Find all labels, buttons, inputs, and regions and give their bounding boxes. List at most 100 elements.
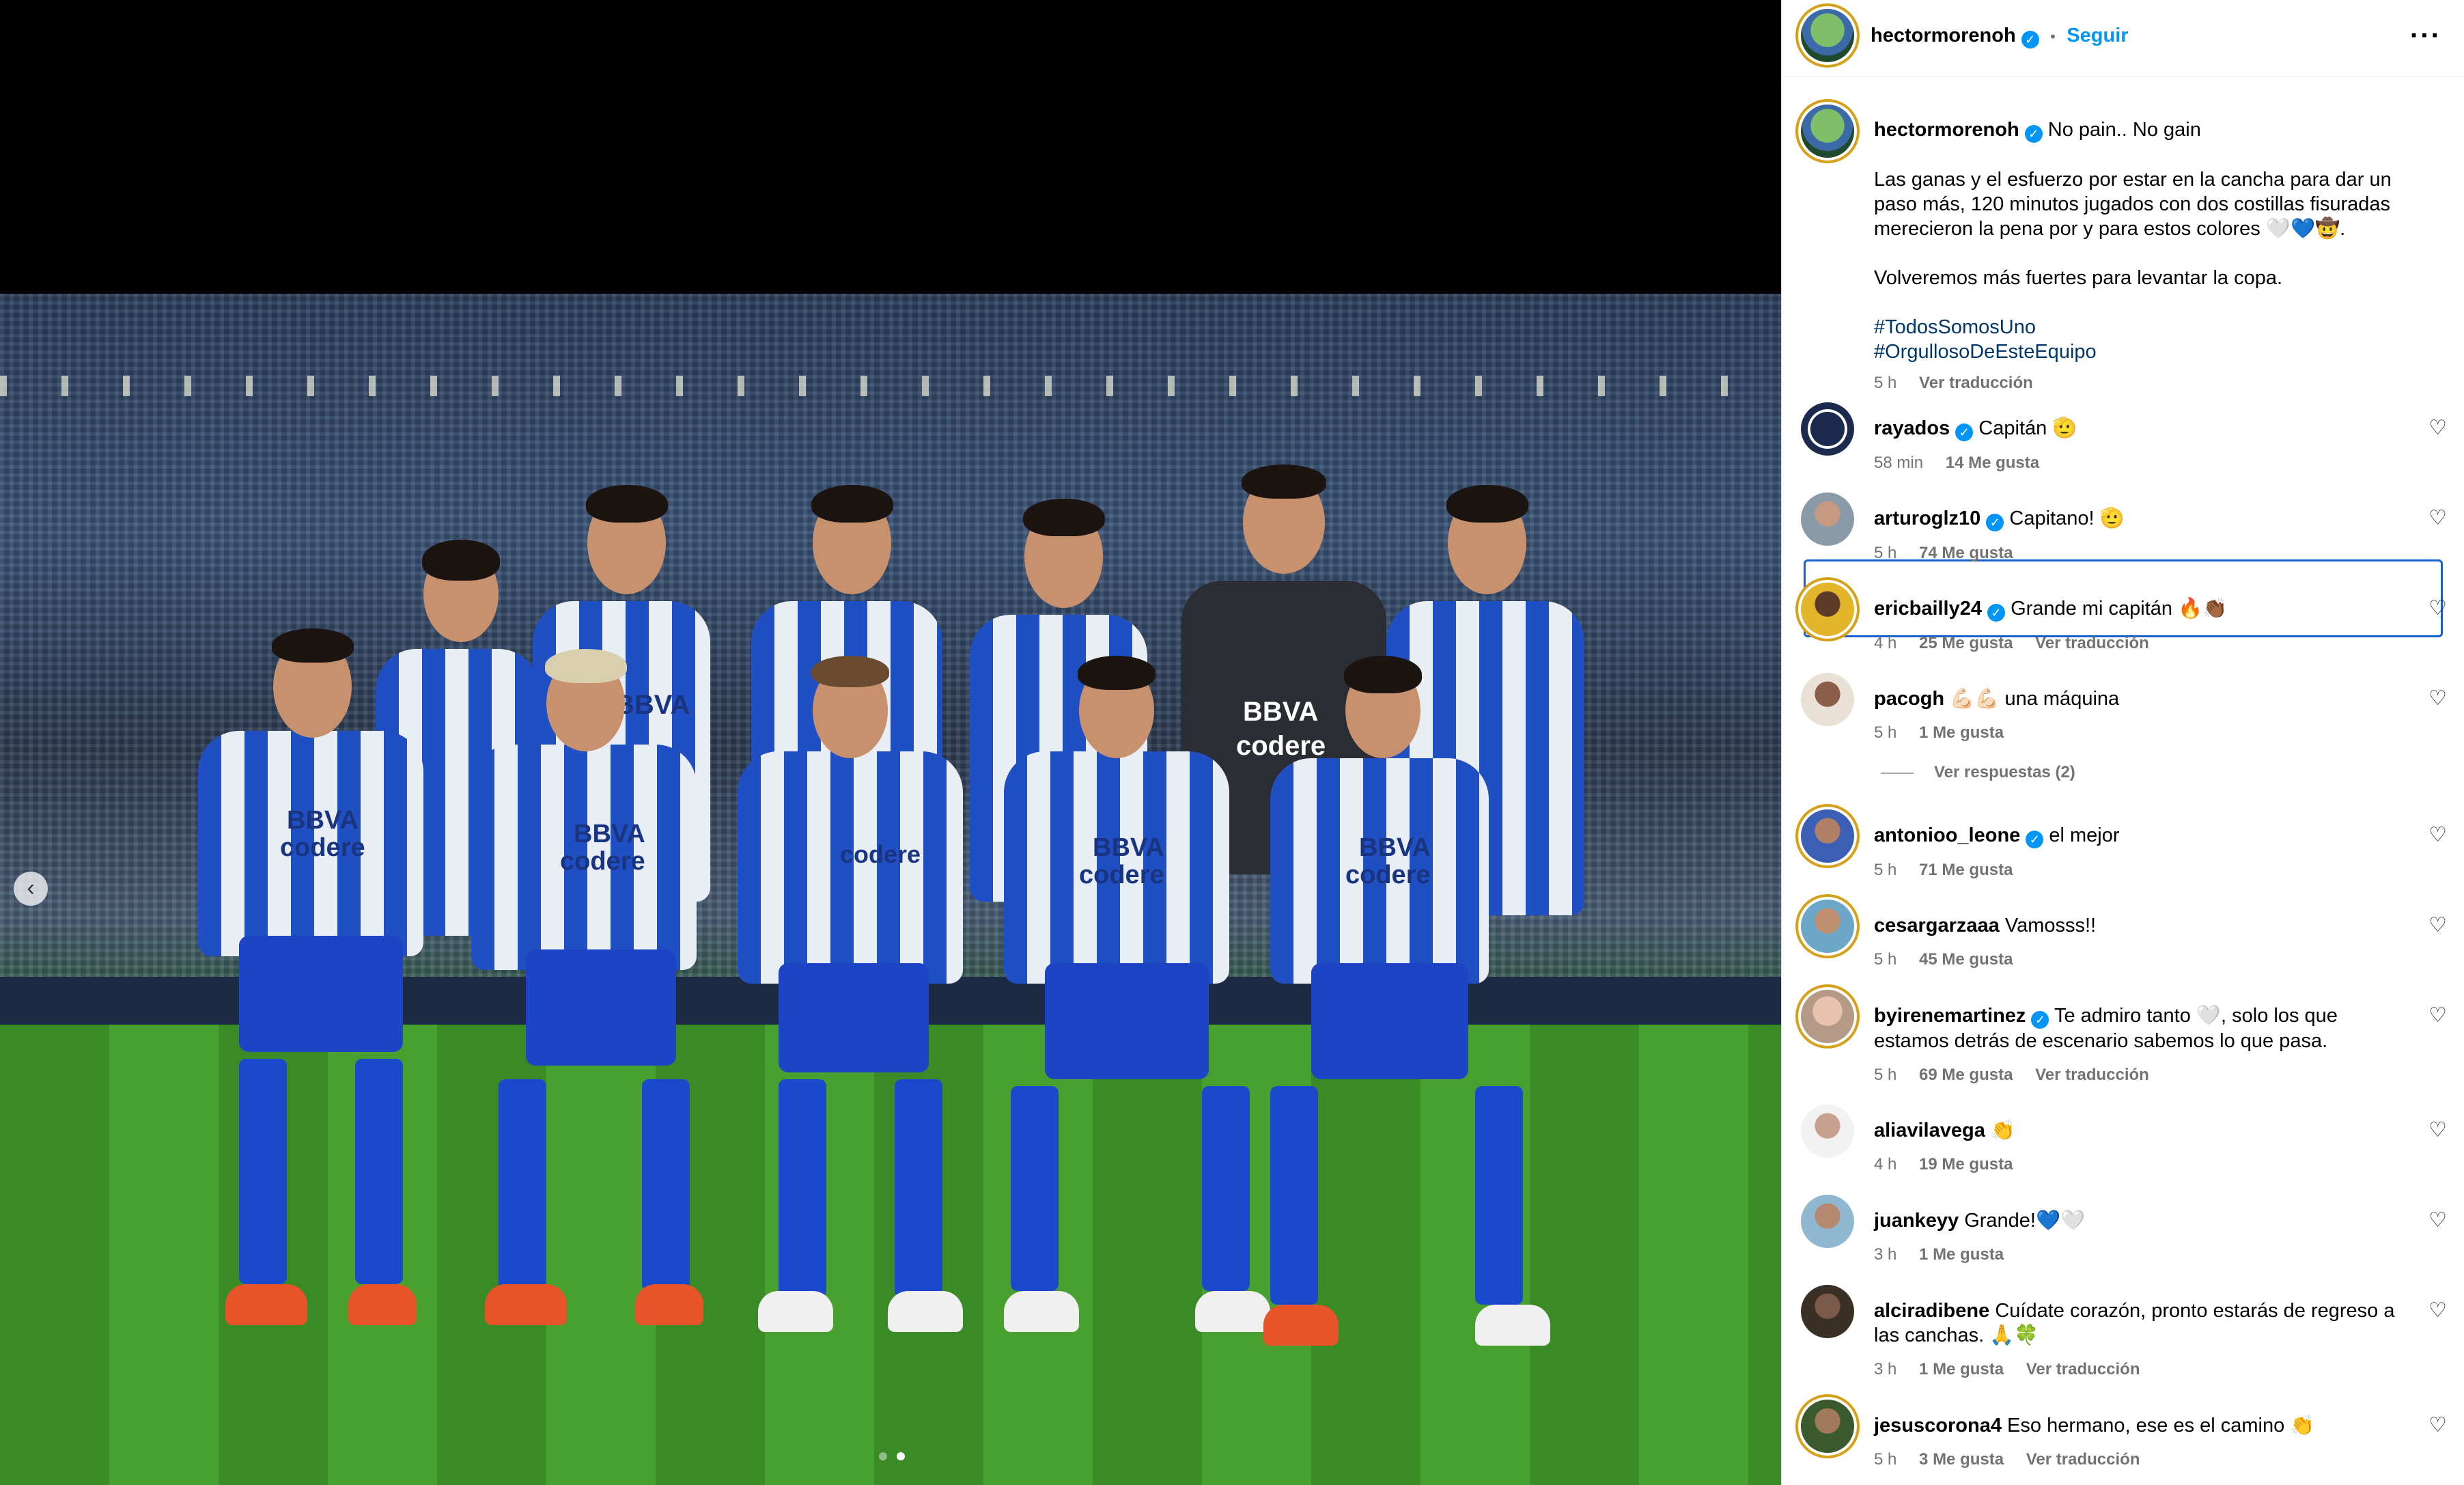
like-count[interactable]: 1 Me gusta: [1919, 1245, 2004, 1264]
avatar[interactable]: [1801, 673, 1854, 726]
comment-body: cesargarzaaa Vamosss!! 5 h 45 Me gusta: [1874, 913, 2407, 972]
like-count[interactable]: 45 Me gusta: [1919, 950, 2013, 969]
like-count[interactable]: 74 Me gusta: [1919, 544, 2013, 562]
avatar[interactable]: [1801, 900, 1854, 953]
username-link[interactable]: byirenemartinez: [1874, 1005, 2026, 1027]
heart-icon[interactable]: ♡: [2428, 823, 2447, 847]
avatar[interactable]: [1801, 1195, 1854, 1248]
follow-button[interactable]: Seguir: [2067, 25, 2128, 46]
verified-badge-icon: ✓: [1955, 424, 1974, 441]
translate-link[interactable]: Ver traducción: [2035, 634, 2149, 652]
comment-body: pacogh 💪🏻💪🏻 una máquina 5 h 1 Me gusta: [1874, 686, 2407, 745]
verified-badge-icon: ✓: [1986, 514, 2004, 531]
timestamp: 4 h: [1874, 634, 1897, 652]
comment-text: 👏: [1990, 1120, 2016, 1141]
comment-text: Grande mi capitán 🔥👏🏾: [2011, 598, 2228, 620]
comment-meta: 58 min 14 Me gusta: [1874, 451, 2407, 475]
header-user: hectormorenoh ✓ • Seguir: [1871, 25, 2129, 48]
hashtag-link[interactable]: #OrgullosoDeEsteEquipo: [1874, 339, 2407, 364]
username-link[interactable]: arturoglz10: [1874, 508, 1980, 529]
avatar[interactable]: [1801, 492, 1854, 546]
caption-title: No pain.. No gain: [2047, 119, 2201, 141]
chevron-left-icon[interactable]: ‹: [14, 872, 48, 906]
comment-body: rayados ✓ Capitán 🫡 58 min 14 Me gusta: [1874, 416, 2407, 475]
timestamp: 5 h: [1874, 861, 1897, 879]
comment-meta: 5 h 69 Me gusta Ver traducción: [1874, 1063, 2407, 1087]
username-link[interactable]: jesuscorona4: [1874, 1415, 2002, 1437]
instagram-post-view: BBVA BBVA codere BBVA codere BBVA codere…: [0, 0, 2464, 1485]
username-link[interactable]: pacogh: [1874, 688, 1944, 710]
separator: •: [2050, 28, 2056, 45]
comment-text: 💪🏻💪🏻 una máquina: [1950, 688, 2120, 710]
heart-icon[interactable]: ♡: [2428, 913, 2447, 937]
heart-icon[interactable]: ♡: [2428, 686, 2447, 710]
avatar[interactable]: [1801, 105, 1854, 158]
like-count[interactable]: 71 Me gusta: [1919, 861, 2013, 879]
comment-body: alciradibene Cuídate corazón, pronto est…: [1874, 1299, 2407, 1382]
username-link[interactable]: aliavilavega: [1874, 1120, 1985, 1141]
timestamp: 5 h: [1874, 1450, 1897, 1469]
comment-meta: 3 h 1 Me gusta: [1874, 1243, 2407, 1267]
username-link[interactable]: antonioo_leone: [1874, 824, 2020, 846]
like-count[interactable]: 1 Me gusta: [1919, 723, 2004, 742]
avatar[interactable]: [1801, 1400, 1854, 1453]
post-header: hectormorenoh ✓ • Seguir ···: [1782, 0, 2464, 77]
avatar[interactable]: [1801, 9, 1854, 62]
view-replies-button[interactable]: Ver respuestas (2): [1881, 763, 2075, 782]
username-link[interactable]: juankeyy: [1874, 1210, 1959, 1232]
username-link[interactable]: ericbailly24: [1874, 598, 1982, 620]
post-media[interactable]: BBVA BBVA codere BBVA codere BBVA codere…: [0, 0, 1781, 1485]
translate-link[interactable]: Ver traducción: [2026, 1450, 2140, 1469]
username-link[interactable]: alciradibene: [1874, 1300, 1989, 1322]
heart-icon[interactable]: ♡: [2428, 596, 2447, 620]
like-count[interactable]: 14 Me gusta: [1946, 454, 2039, 472]
username-link[interactable]: hectormorenoh: [1871, 25, 2016, 46]
timestamp: 3 h: [1874, 1245, 1897, 1264]
comment-text: el mejor: [2049, 824, 2120, 846]
comment-body: byirenemartinez ✓ Te admiro tanto 🤍, solo…: [1874, 1003, 2407, 1087]
avatar[interactable]: [1801, 1285, 1854, 1338]
avatar[interactable]: [1801, 583, 1854, 636]
like-count[interactable]: 1 Me gusta: [1919, 1360, 2004, 1378]
heart-icon[interactable]: ♡: [2428, 1299, 2447, 1322]
view-replies-label: Ver respuestas (2): [1934, 763, 2075, 781]
stadium-lights: [0, 376, 1781, 396]
avatar[interactable]: [1801, 1105, 1854, 1158]
comment-meta: 5 h 45 Me gusta: [1874, 947, 2407, 972]
heart-icon[interactable]: ♡: [2428, 506, 2447, 530]
comment-text: Capitán 🫡: [1978, 417, 2077, 439]
like-count[interactable]: 3 Me gusta: [1919, 1450, 2004, 1469]
verified-badge-icon: ✓: [2026, 831, 2044, 848]
comment-body: aliavilavega 👏 4 h 19 Me gusta: [1874, 1118, 2407, 1177]
heart-icon[interactable]: ♡: [2428, 416, 2447, 440]
verified-badge-icon: ✓: [2021, 31, 2039, 48]
comment-text: Vamosss!!: [2004, 915, 2097, 936]
heart-icon[interactable]: ♡: [2428, 1003, 2447, 1027]
comments-scroll[interactable]: hectormorenoh ✓ No pain.. No gain Las gan…: [1782, 77, 2464, 1485]
carousel-dot-active[interactable]: [897, 1452, 905, 1460]
like-count[interactable]: 69 Me gusta: [1919, 1066, 2013, 1084]
like-count[interactable]: 19 Me gusta: [1919, 1155, 2013, 1174]
timestamp: 4 h: [1874, 1155, 1897, 1174]
like-count[interactable]: 25 Me gusta: [1919, 634, 2013, 652]
heart-icon[interactable]: ♡: [2428, 1413, 2447, 1437]
username-link[interactable]: rayados: [1874, 417, 1950, 439]
translate-link[interactable]: Ver traducción: [2026, 1360, 2140, 1378]
translate-link[interactable]: Ver traducción: [1919, 374, 2033, 392]
username-link[interactable]: hectormorenoh: [1874, 119, 2019, 141]
comment-body: ericbailly24 ✓ Grande mi capitán 🔥👏🏾 4 h …: [1874, 596, 2407, 656]
more-options-icon[interactable]: ···: [2410, 20, 2441, 51]
avatar[interactable]: [1801, 402, 1854, 456]
hashtag-link[interactable]: #TodosSomosUno: [1874, 315, 2407, 339]
timestamp: 5 h: [1874, 374, 1897, 392]
translate-link[interactable]: Ver traducción: [2035, 1066, 2149, 1084]
heart-icon[interactable]: ♡: [2428, 1208, 2447, 1232]
avatar[interactable]: [1801, 809, 1854, 863]
username-link[interactable]: cesargarzaaa: [1874, 915, 2000, 936]
comment-body: jesuscorona4 Eso hermano, ese es el cami…: [1874, 1413, 2407, 1472]
carousel-dot[interactable]: [879, 1452, 887, 1460]
timestamp: 58 min: [1874, 454, 1924, 472]
heart-icon[interactable]: ♡: [2428, 1118, 2447, 1142]
avatar[interactable]: [1801, 990, 1854, 1043]
caption-body: Volveremos más fuertes para levantar la …: [1874, 267, 2283, 289]
